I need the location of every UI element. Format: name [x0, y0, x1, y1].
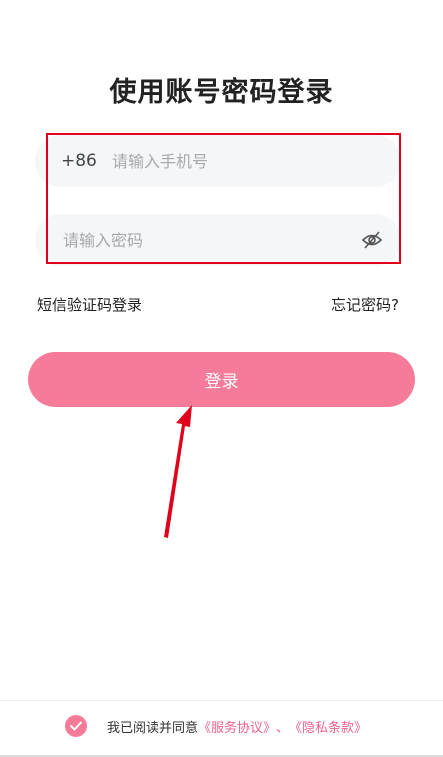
- phone-field[interactable]: +86: [35, 135, 401, 187]
- page-title: 使用账号密码登录: [109, 77, 334, 108]
- country-code[interactable]: +86: [61, 135, 97, 187]
- password-input[interactable]: [63, 214, 353, 266]
- service-agreement-link[interactable]: 《服务协议》: [198, 717, 276, 736]
- check-icon: [70, 721, 82, 731]
- footer-divider: [0, 700, 443, 701]
- agreement-prefix: 我已阅读并同意: [107, 720, 199, 736]
- sms-login-link[interactable]: 短信验证码登录: [37, 294, 142, 315]
- login-button[interactable]: 登录: [28, 352, 415, 407]
- agree-checkbox[interactable]: [65, 715, 87, 737]
- privacy-policy-link[interactable]: 《隐私条款》: [289, 717, 367, 736]
- eye-off-icon[interactable]: [361, 230, 383, 250]
- password-field[interactable]: [35, 214, 401, 266]
- agreement-row: 我已阅读并同意 《服务协议》 、 《隐私条款》: [65, 714, 367, 738]
- phone-input[interactable]: [112, 135, 382, 187]
- agreement-separator: 、: [276, 720, 290, 736]
- forgot-password-link[interactable]: 忘记密码?: [331, 294, 399, 315]
